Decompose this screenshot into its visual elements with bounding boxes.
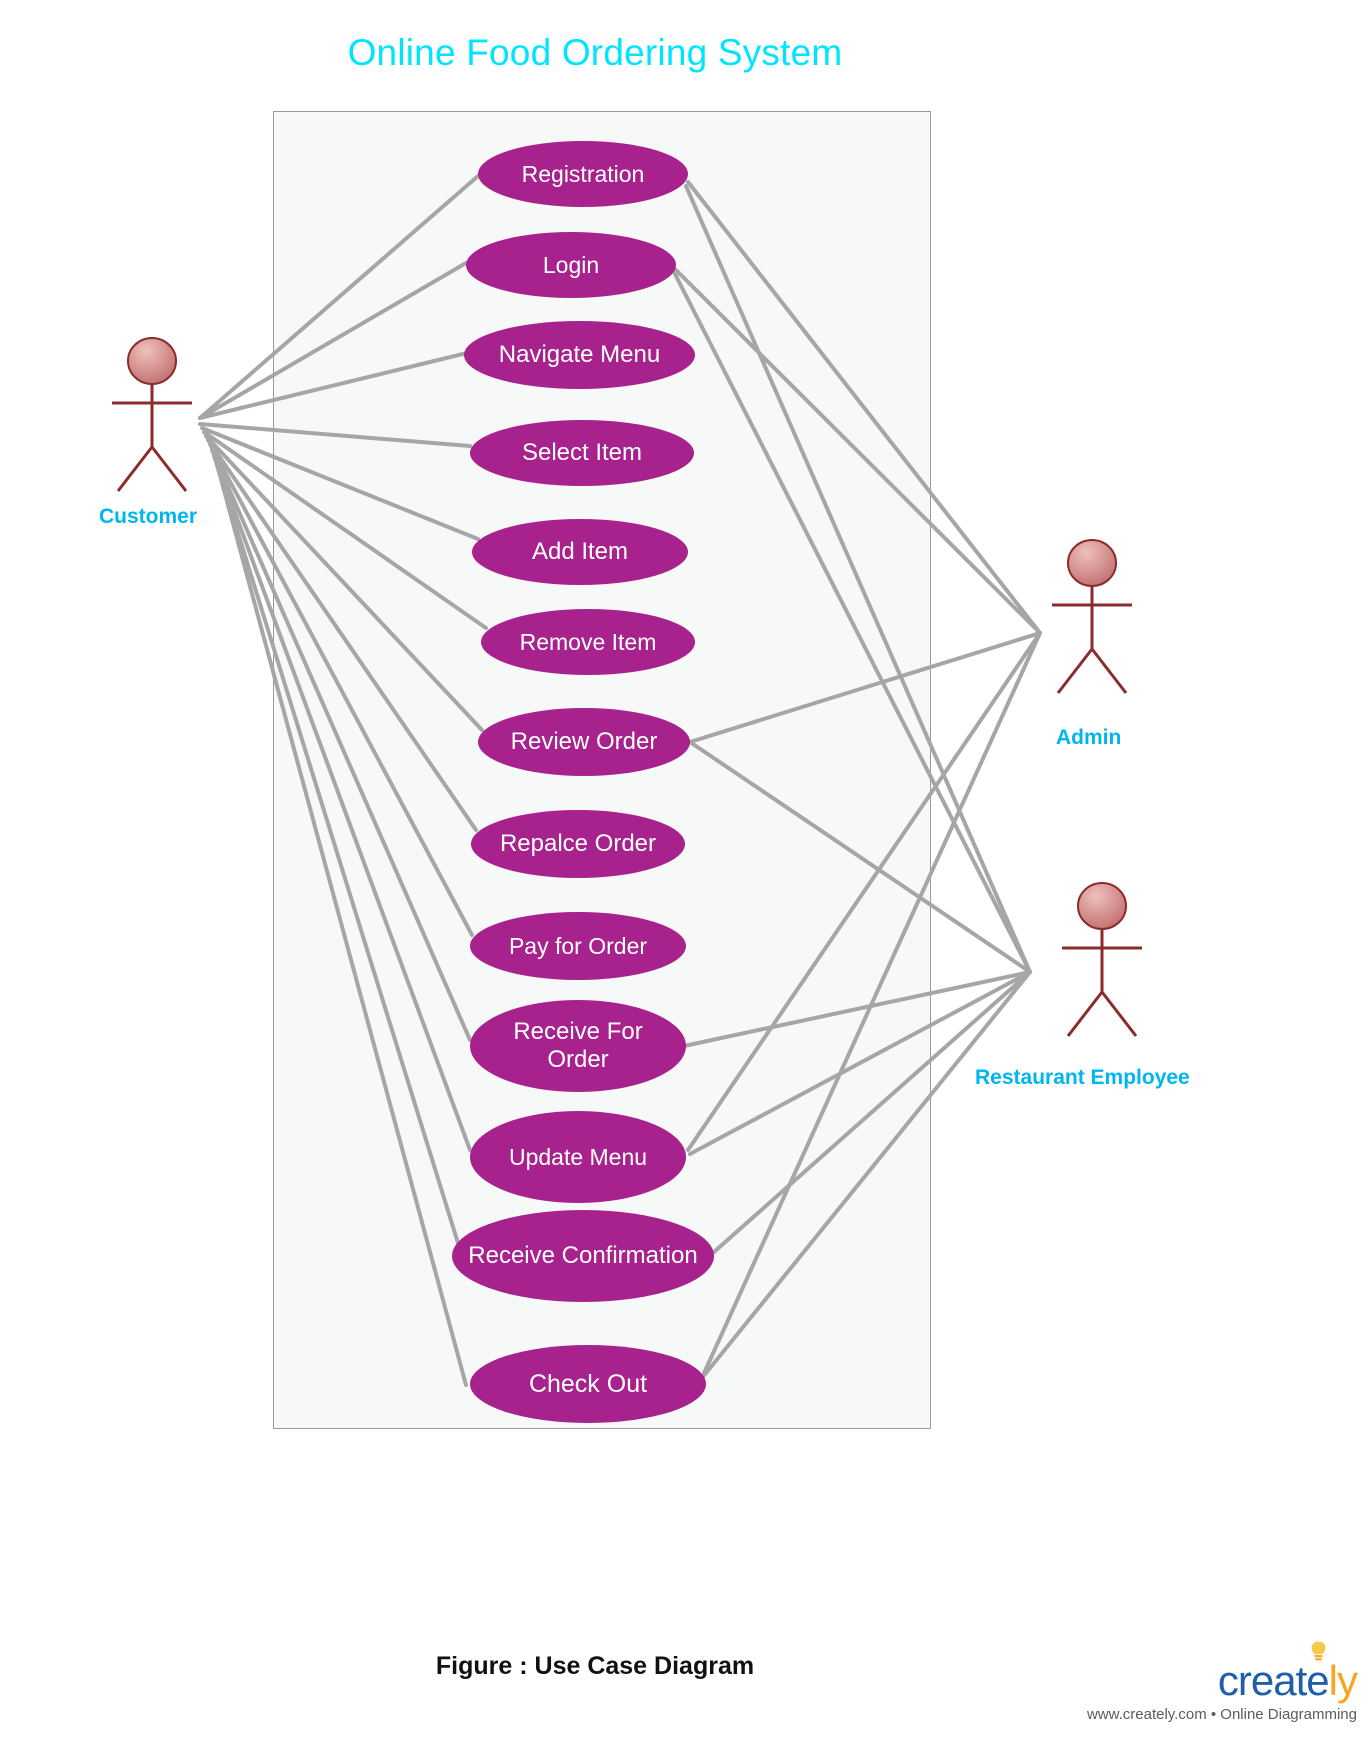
use-case-label: Select Item [521, 439, 643, 467]
actor-label-restaurant-employee: Restaurant Employee [975, 1066, 1190, 1089]
use-case-check-out[interactable]: Check Out [470, 1345, 706, 1423]
use-case-label: Pay for Order [508, 932, 648, 959]
actor-restaurant-employee[interactable] [1045, 880, 1160, 1040]
use-case-label: Registration [521, 160, 645, 187]
use-case-pay-for-order[interactable]: Pay for Order [470, 912, 686, 980]
use-case-label: Repalce Order [499, 830, 657, 858]
stick-figure-icon [112, 337, 192, 492]
use-case-label: Add Item [531, 538, 629, 566]
page-title: Online Food Ordering System [347, 32, 843, 73]
actor-label-admin: Admin [1056, 726, 1122, 749]
use-case-label: Remove Item [519, 628, 657, 655]
use-case-registration[interactable]: Registration [478, 141, 688, 207]
use-case-label: Update Menu [508, 1143, 648, 1170]
use-case-repalce-order[interactable]: Repalce Order [471, 810, 685, 878]
use-case-label: Review Order [510, 728, 658, 756]
use-case-label: Check Out [528, 1369, 648, 1398]
brand-text-e: e [1306, 1657, 1329, 1704]
brand-wordmark: creately [1217, 1641, 1358, 1704]
use-case-select-item[interactable]: Select Item [470, 420, 694, 486]
actor-label-customer: Customer [99, 505, 198, 528]
stick-figure-icon [1062, 882, 1142, 1037]
use-case-review-order[interactable]: Review Order [478, 708, 690, 776]
use-case-label: Login [542, 251, 600, 278]
use-case-label: Navigate Menu [498, 341, 661, 369]
use-case-add-item[interactable]: Add Item [472, 519, 688, 585]
stick-figure-icon [1052, 539, 1132, 694]
use-case-navigate-menu[interactable]: Navigate Menu [464, 321, 695, 389]
use-case-label: Receive For Order [513, 1018, 643, 1073]
diagram-canvas: Online Food Ordering System Registration… [0, 0, 1371, 1746]
use-case-receive-for-order[interactable]: Receive For Order [470, 1000, 686, 1092]
actor-customer[interactable] [95, 335, 210, 495]
creately-logo[interactable]: creately www.creately.com • Online Diagr… [1086, 1641, 1358, 1723]
brand-tagline: www.creately.com • Online Diagramming [1086, 1706, 1357, 1723]
use-case-remove-item[interactable]: Remove Item [481, 609, 695, 675]
use-case-receive-confirmation[interactable]: Receive Confirmation [452, 1210, 714, 1302]
brand-text-create: creat [1217, 1657, 1307, 1704]
brand-text-ly: ly [1328, 1657, 1358, 1704]
lightbulb-icon [1311, 1641, 1326, 1661]
use-case-update-menu[interactable]: Update Menu [470, 1111, 686, 1203]
use-case-label: Receive Confirmation [468, 1242, 698, 1270]
figure-caption: Figure : Use Case Diagram [435, 1652, 755, 1680]
use-case-login[interactable]: Login [466, 232, 676, 298]
actor-admin[interactable] [1035, 537, 1150, 697]
